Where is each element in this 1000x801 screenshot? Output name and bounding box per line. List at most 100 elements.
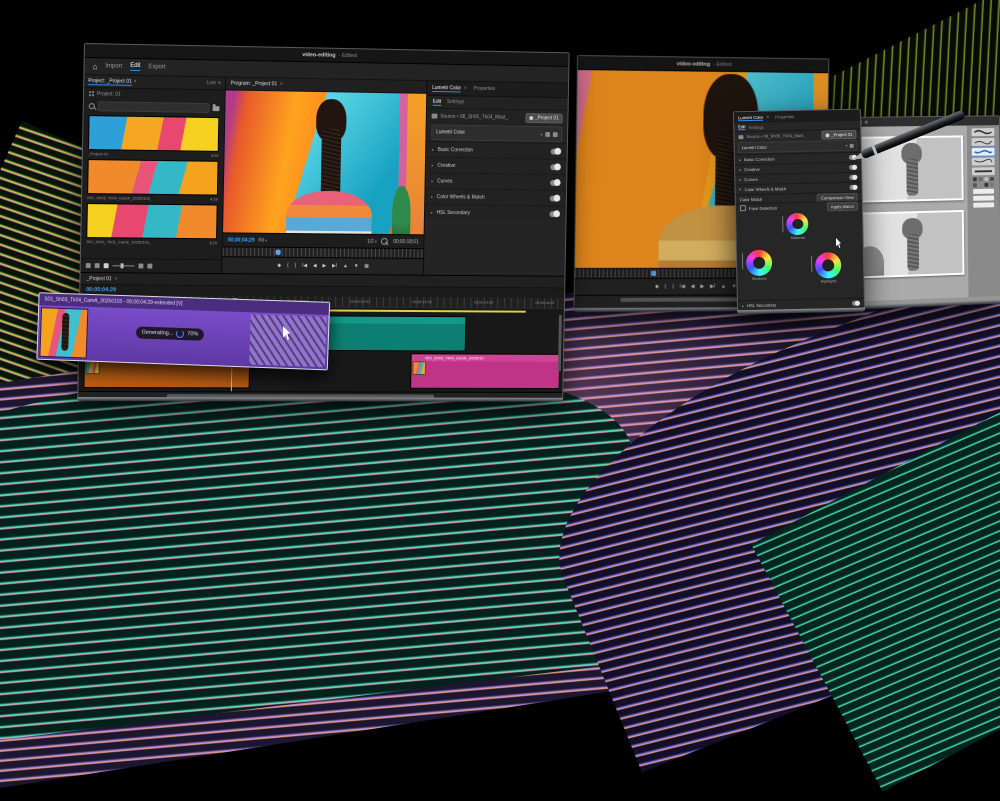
- new-bin-icon[interactable]: [213, 106, 220, 111]
- close-icon[interactable]: ×: [766, 114, 769, 120]
- project-item[interactable]: _Project 01 4:00: [88, 115, 220, 158]
- target-clip-button[interactable]: _Project 01: [821, 130, 856, 140]
- layer-thumbnail[interactable]: [973, 202, 994, 207]
- highlights-wheel[interactable]: [815, 252, 842, 279]
- close-icon[interactable]: ×: [115, 276, 118, 282]
- export-frame-button[interactable]: ▦: [364, 263, 369, 269]
- step-back-button[interactable]: ◀: [313, 263, 317, 269]
- tab-lumetri-color[interactable]: Lumetri Color: [738, 114, 763, 121]
- section-toggle[interactable]: [550, 164, 561, 170]
- section-toggle[interactable]: [849, 175, 857, 180]
- subtab-settings[interactable]: Settings: [748, 124, 763, 129]
- tool-icon[interactable]: [973, 177, 977, 181]
- project-search-input[interactable]: [98, 101, 210, 113]
- wheel-slider[interactable]: [742, 253, 743, 269]
- tool-icon[interactable]: [979, 183, 983, 187]
- close-icon[interactable]: ×: [280, 81, 283, 87]
- tool-icon[interactable]: [990, 177, 994, 181]
- brush-preset[interactable]: [972, 128, 995, 136]
- playhead-marker[interactable]: [275, 250, 280, 255]
- timeline-clip-magenta[interactable]: S01_Sh03_Tk04_CamA_2025010: [410, 353, 560, 389]
- step-forward-button[interactable]: ▶I: [710, 284, 715, 290]
- go-to-in-button[interactable]: I◀: [302, 263, 307, 269]
- panel-menu-icon[interactable]: ≡: [218, 80, 221, 86]
- layer-thumbnail[interactable]: [973, 195, 994, 200]
- tab-lumetri-color[interactable]: Lumetri Color: [432, 85, 461, 92]
- add-marker-button[interactable]: ◆: [655, 284, 659, 290]
- menu-export[interactable]: Export: [148, 64, 165, 70]
- lumetri-section[interactable]: ▸ HSL Secondary: [425, 204, 566, 221]
- mark-out-button[interactable]: }: [294, 263, 296, 269]
- tool-icon[interactable]: [984, 183, 988, 187]
- brush-preset-selected[interactable]: [972, 148, 995, 156]
- tool-icon[interactable]: [990, 183, 994, 187]
- section-toggle[interactable]: [849, 165, 857, 170]
- lumetri-section[interactable]: ▸ Curves: [425, 172, 566, 189]
- layer-thumbnail[interactable]: [973, 189, 994, 194]
- fx-icon[interactable]: [850, 143, 854, 147]
- subtab-settings[interactable]: Settings: [447, 99, 464, 105]
- menu-import[interactable]: Import: [105, 63, 122, 69]
- face-detection-checkbox[interactable]: [740, 205, 746, 211]
- new-item-icon[interactable]: [138, 263, 143, 268]
- close-icon[interactable]: ×: [464, 86, 467, 92]
- vertical-scrollbar[interactable]: [558, 315, 562, 372]
- grid-view-icon[interactable]: [89, 91, 94, 96]
- subtab-edit[interactable]: Edit: [433, 98, 441, 105]
- brush-preset[interactable]: [972, 138, 995, 146]
- tool-icon[interactable]: [973, 183, 977, 187]
- mark-in-button[interactable]: {: [665, 284, 667, 290]
- lumetri-section[interactable]: ▸ Color Wheels & Match: [425, 188, 566, 205]
- list-view-icon[interactable]: [95, 263, 100, 268]
- section-toggle[interactable]: [549, 211, 560, 217]
- close-icon[interactable]: ×: [134, 79, 137, 85]
- playhead-marker[interactable]: [651, 271, 656, 276]
- section-toggle[interactable]: [849, 185, 857, 190]
- tab-project[interactable]: Project: _Project 01: [88, 78, 132, 86]
- section-toggle[interactable]: [550, 195, 561, 201]
- tab-properties[interactable]: Properties: [473, 86, 495, 92]
- pen-tool-icon[interactable]: [86, 263, 91, 268]
- project-item[interactable]: S01_Sh03_Tk04_CamA_20250103_ 4:29: [87, 159, 219, 201]
- play-button[interactable]: ▶: [322, 263, 326, 269]
- settings-wrench-icon[interactable]: [381, 238, 388, 245]
- preset-dropdown[interactable]: Lumetri Color ▾: [431, 124, 562, 142]
- mark-out-button[interactable]: }: [672, 284, 674, 290]
- home-icon[interactable]: ⌂: [92, 62, 97, 71]
- tab-lumetri-truncated[interactable]: Lum: [206, 80, 216, 86]
- playback-resolution-select[interactable]: 1/2 ▾: [367, 238, 377, 244]
- toolbar-icon[interactable]: [865, 121, 868, 124]
- section-toggle[interactable]: [852, 301, 860, 306]
- wheel-slider[interactable]: [811, 256, 812, 272]
- section-toggle[interactable]: [550, 179, 561, 185]
- step-forward-button[interactable]: ▶I: [332, 263, 337, 269]
- horizontal-scrollbar[interactable]: [78, 391, 562, 401]
- tool-icon[interactable]: [984, 177, 988, 181]
- step-back-button[interactable]: ◀: [691, 284, 695, 290]
- storyboard-frame[interactable]: Sc02: [848, 204, 965, 279]
- zoom-slider[interactable]: [113, 265, 135, 266]
- zoom-select[interactable]: Fit ▾: [258, 237, 267, 243]
- lumetri-section[interactable]: ▸ Basic Correction: [426, 141, 567, 159]
- extract-button[interactable]: ▼: [354, 263, 359, 269]
- target-clip-button[interactable]: _Project 01: [525, 113, 563, 123]
- brush-preset[interactable]: [972, 157, 995, 165]
- shadows-wheel[interactable]: [746, 250, 773, 277]
- add-marker-button[interactable]: ◆: [277, 263, 281, 269]
- menu-edit[interactable]: Edit: [130, 63, 140, 71]
- lift-button[interactable]: ▲: [721, 284, 726, 290]
- play-button[interactable]: ▶: [700, 284, 704, 290]
- tab-program[interactable]: Program: _Project 01: [231, 81, 277, 88]
- midtones-wheel[interactable]: [786, 213, 808, 235]
- tool-icon[interactable]: [979, 177, 983, 181]
- fx-icon[interactable]: [545, 132, 550, 137]
- lift-button[interactable]: ▲: [343, 263, 348, 269]
- tab-timeline[interactable]: _Project 01: [86, 276, 111, 282]
- reset-icon[interactable]: [553, 132, 558, 137]
- thumbnail-view-icon[interactable]: [104, 263, 109, 268]
- trash-icon[interactable]: [147, 264, 152, 269]
- wheel-slider[interactable]: [783, 216, 784, 232]
- program-scrubber[interactable]: [223, 246, 424, 258]
- go-to-in-button[interactable]: I◀: [680, 284, 685, 290]
- project-item[interactable]: S01_Sh01_Tk01_CamE_20250103_ 3:19: [86, 203, 218, 245]
